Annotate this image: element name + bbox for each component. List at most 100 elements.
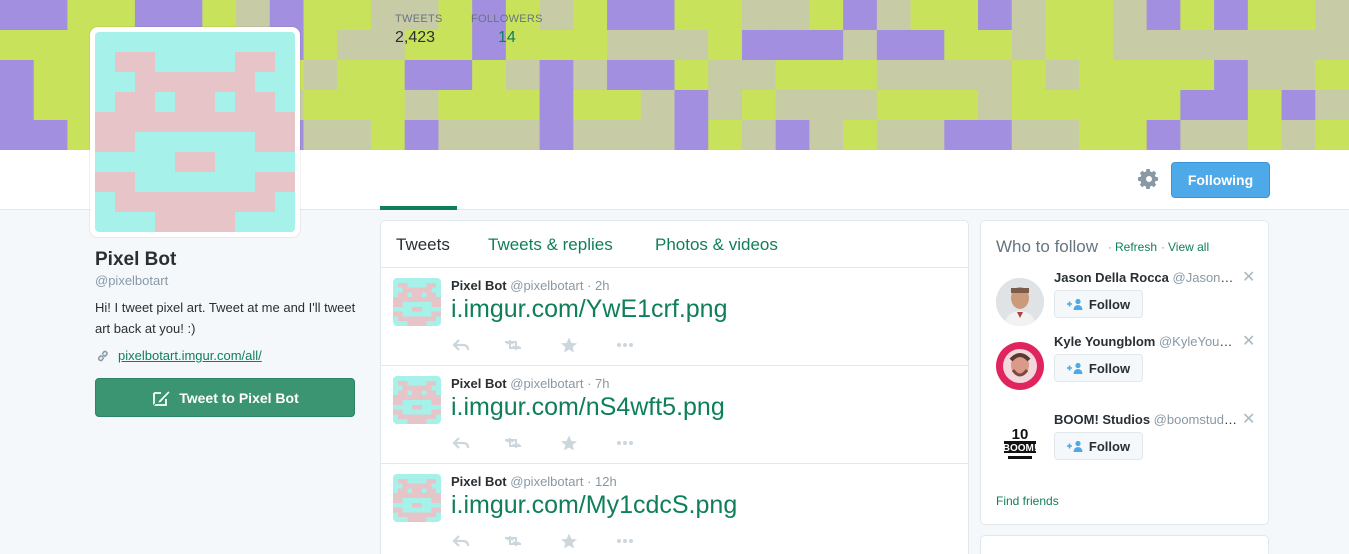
reply-icon[interactable]	[451, 434, 471, 452]
tweet-link[interactable]: i.imgur.com/My1cdcS.png	[451, 491, 737, 520]
more-icon[interactable]	[615, 434, 635, 452]
following-button[interactable]: Following	[1171, 162, 1270, 198]
stat-followers-value: 14	[497, 29, 516, 46]
suggestion-header: Kyle Youngblom @KyleYoungblom	[1054, 334, 1239, 349]
favorite-icon[interactable]	[559, 434, 579, 452]
active-stat-underline	[380, 206, 457, 210]
tab-tweets-and-replies[interactable]: Tweets & replies	[488, 235, 613, 255]
more-icon[interactable]	[615, 336, 635, 354]
retweet-icon[interactable]	[503, 336, 523, 354]
who-to-follow-card: Who to follow · Refresh · View all Jason…	[980, 220, 1269, 525]
tweet-author-name[interactable]: Pixel Bot	[451, 278, 507, 293]
tweet-actions	[451, 434, 651, 454]
suggestion-item: Kyle Youngblom @KyleYoungblom ✕ Follow	[996, 334, 1258, 394]
svg-text:10: 10	[1012, 426, 1029, 443]
add-user-icon	[1066, 362, 1083, 374]
tweet-link[interactable]: i.imgur.com/YwE1crf.png	[451, 295, 728, 324]
suggestion-header: BOOM! Studios @boomstudios	[1054, 412, 1239, 427]
dismiss-icon[interactable]: ✕	[1242, 270, 1255, 286]
stat-tweets-value: 2,423	[395, 29, 436, 46]
add-user-icon	[1066, 440, 1083, 452]
tweet-actions	[451, 336, 651, 356]
tweet-item[interactable]: Pixel Bot @pixelbotart · 2h i.imgur.com/Y…	[381, 268, 968, 366]
tweet-item[interactable]: Pixel Bot @pixelbotart · 12h i.imgur.com/…	[381, 464, 968, 554]
profile-handle[interactable]: @pixelbotart	[95, 273, 168, 288]
separator-dot: ·	[587, 278, 592, 293]
refresh-link[interactable]: Refresh	[1115, 240, 1157, 254]
reply-icon[interactable]	[451, 532, 471, 550]
compose-icon	[152, 389, 170, 406]
profile-avatar[interactable]	[90, 27, 300, 237]
who-to-follow-title: Who to follow	[996, 237, 1099, 256]
suggestion-item: Jason Della Rocca @JasonDellaRocca ✕ Fol…	[996, 270, 1258, 330]
favorite-icon[interactable]	[559, 336, 579, 354]
follow-button[interactable]: Follow	[1054, 432, 1143, 460]
svg-text:BOOM!: BOOM!	[1003, 443, 1037, 454]
stat-tweets[interactable]: TWEETS 2,423	[395, 13, 443, 47]
tweet-timestamp[interactable]: 7h	[595, 376, 609, 391]
suggestion-handle: @boomstudios	[1153, 412, 1239, 427]
link-icon	[98, 350, 108, 362]
stat-tweets-label: TWEETS	[395, 13, 443, 25]
profile-bio: Hi! I tweet pixel art. Tweet at me and I…	[95, 300, 356, 336]
timeline-stream: Tweets Tweets & replies Photos & videos …	[380, 220, 969, 554]
tweet-to-button[interactable]: Tweet to Pixel Bot	[95, 378, 355, 417]
tweet-item[interactable]: Pixel Bot @pixelbotart · 7h i.imgur.com/n…	[381, 366, 968, 464]
view-all-link[interactable]: View all	[1168, 240, 1209, 254]
dismiss-icon[interactable]: ✕	[1242, 334, 1255, 350]
stat-followers-label: FOLLOWERS	[471, 13, 543, 25]
tweet-timestamp[interactable]: 2h	[595, 278, 609, 293]
find-friends-link[interactable]: Find friends	[996, 494, 1059, 508]
add-user-icon	[1066, 298, 1083, 310]
tweet-header: Pixel Bot @pixelbotart · 12h	[451, 474, 617, 489]
follow-label: Follow	[1088, 438, 1131, 454]
profile-name[interactable]: Pixel Bot	[95, 249, 176, 271]
tweet-avatar[interactable]	[393, 278, 441, 326]
tweet-author-name[interactable]: Pixel Bot	[451, 474, 507, 489]
timeline-tabs: Tweets Tweets & replies Photos & videos	[381, 221, 968, 268]
more-icon[interactable]	[615, 532, 635, 550]
pixel-art-avatar	[95, 32, 295, 232]
separator-dot: ·	[587, 474, 592, 489]
suggestion-handle: @KyleYoungblom	[1158, 334, 1239, 349]
tweet-actions	[451, 532, 651, 552]
tweet-to-label: Tweet to Pixel Bot	[179, 389, 299, 406]
suggestion-name[interactable]: BOOM! Studios	[1054, 412, 1150, 427]
avatar[interactable]	[996, 278, 1044, 326]
tweet-avatar[interactable]	[393, 376, 441, 424]
tweet-author-name[interactable]: Pixel Bot	[451, 376, 507, 391]
profile-website-link[interactable]: pixelbotart.imgur.com/all/	[118, 348, 262, 363]
suggestion-name[interactable]: Jason Della Rocca	[1054, 270, 1169, 285]
suggestion-name[interactable]: Kyle Youngblom	[1054, 334, 1155, 349]
tweet-author-handle: @pixelbotart	[510, 278, 584, 293]
stat-followers[interactable]: FOLLOWERS 14	[471, 13, 543, 47]
avatar[interactable]	[996, 342, 1044, 390]
retweet-icon[interactable]	[503, 532, 523, 550]
sidebar-card	[980, 535, 1269, 554]
tab-tweets[interactable]: Tweets	[396, 235, 450, 255]
separator-dot: ·	[1161, 240, 1165, 254]
separator-dot: ·	[1108, 240, 1112, 254]
dismiss-icon[interactable]: ✕	[1242, 412, 1255, 428]
tweet-timestamp[interactable]: 12h	[595, 474, 617, 489]
tweet-header: Pixel Bot @pixelbotart · 2h	[451, 278, 610, 293]
reply-icon[interactable]	[451, 336, 471, 354]
gear-icon[interactable]	[1137, 167, 1161, 191]
tab-photos-and-videos[interactable]: Photos & videos	[655, 235, 778, 255]
tweet-author-handle: @pixelbotart	[510, 376, 584, 391]
follow-label: Follow	[1088, 296, 1131, 312]
favorite-icon[interactable]	[559, 532, 579, 550]
tweet-link[interactable]: i.imgur.com/nS4wft5.png	[451, 393, 725, 422]
follow-label: Follow	[1088, 360, 1131, 376]
suggestion-item: 10 BOOM! BOOM! Studios @boomstudios ✕ Fo…	[996, 412, 1258, 472]
tweet-avatar[interactable]	[393, 474, 441, 522]
tweet-author-handle: @pixelbotart	[510, 474, 584, 489]
boom-studios-logo[interactable]: 10 BOOM!	[996, 420, 1044, 468]
retweet-icon[interactable]	[503, 434, 523, 452]
suggestion-handle: @JasonDellaRocca	[1172, 270, 1239, 285]
tweet-header: Pixel Bot @pixelbotart · 7h	[451, 376, 610, 391]
suggestion-header: Jason Della Rocca @JasonDellaRocca	[1054, 270, 1239, 285]
separator-dot: ·	[587, 376, 592, 391]
follow-button[interactable]: Follow	[1054, 290, 1143, 318]
follow-button[interactable]: Follow	[1054, 354, 1143, 382]
